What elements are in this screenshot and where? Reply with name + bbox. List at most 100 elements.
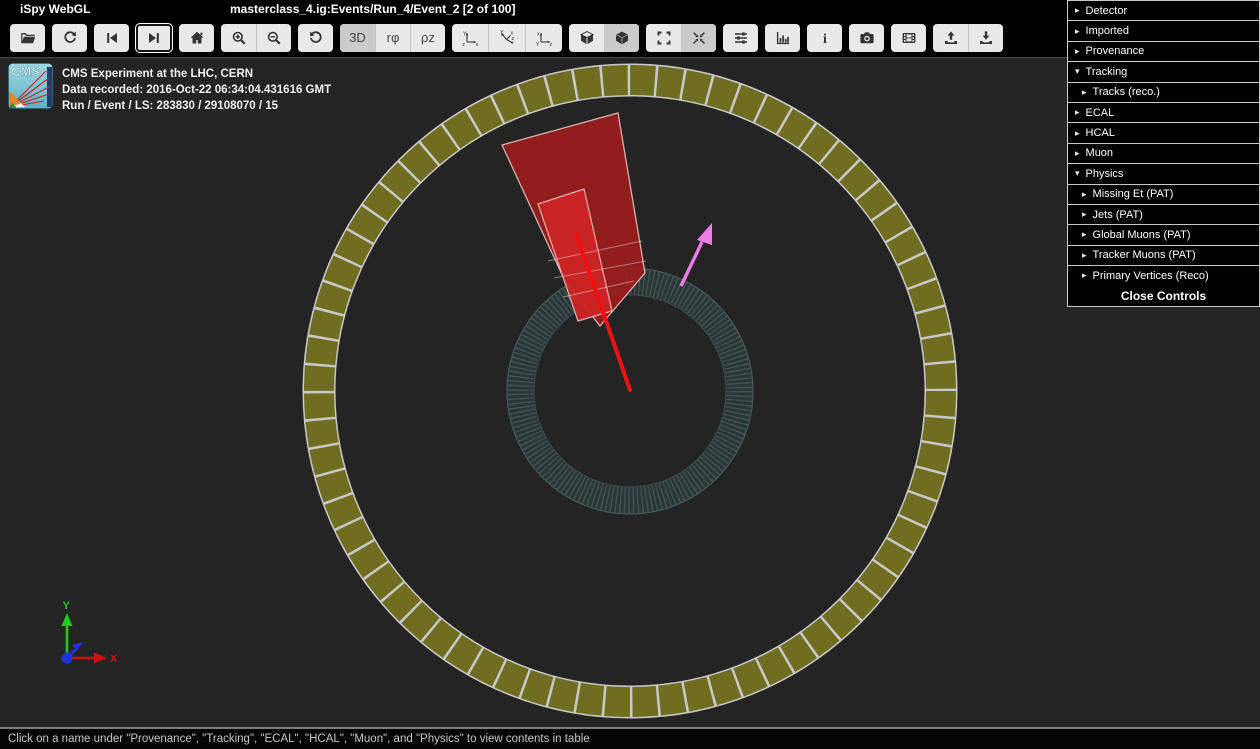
sidebar-item-physics[interactable]: ▾Physics [1067,163,1260,184]
toolbar: 3D rφ ρz Yxz Yxz xzY [0,17,1067,58]
expand-arrow-icon: ▸ [1082,229,1087,240]
upload-button[interactable] [933,24,968,52]
reload-button[interactable] [52,24,87,52]
svg-text:Y: Y [500,30,504,36]
open-file-button[interactable] [10,24,45,52]
expand-arrow-icon: ▸ [1075,46,1080,57]
screenshot-button[interactable] [849,24,884,52]
sidebar-item-label: Imported [1086,25,1129,37]
histogram-icon [775,30,791,46]
cms-logo-text: CMS [11,64,40,79]
expand-arrow-icon: ▸ [1075,26,1080,37]
run-event-ls: Run / Event / LS: 283830 / 29108070 / 15 [62,98,331,114]
sidebar-item-tracker-muons[interactable]: ▸Tracker Muons (PAT) [1067,245,1260,266]
histogram-button[interactable] [765,24,800,52]
view-rhoz-label: ρz [421,30,435,45]
view-rphi-button[interactable]: rφ [375,24,410,52]
cube-style-group [569,24,639,52]
home-icon [189,30,205,46]
sidebar-item-missing-et[interactable]: ▸Missing Et (PAT) [1067,184,1260,205]
y-axis-label: Y [63,600,71,612]
zoom-out-button[interactable] [256,24,291,52]
svg-text:i: i [823,32,827,46]
zoom-button-group [221,24,291,52]
zoom-in-button[interactable] [221,24,256,52]
sidebar-item-label: Global Muons (PAT) [1093,229,1191,241]
sidebar-item-ecal[interactable]: ▸ ECAL [1067,102,1260,123]
sidebar-item-global-muons[interactable]: ▸ Global Muons (PAT) [1067,224,1260,245]
cms-logo: CMS [8,63,53,109]
transfer-group [933,24,1003,52]
cube-solid-icon [614,30,630,46]
info-button[interactable]: i [807,24,842,52]
svg-text:z: z [512,36,515,42]
previous-event-button[interactable] [94,24,129,52]
view-3d-label: 3D [349,30,366,45]
expand-arrow-icon: ▸ [1082,270,1087,281]
undo-rotate-button[interactable] [298,24,333,52]
axes-perspective-view-icon: Yxz [497,30,517,46]
sliders-icon [733,30,749,46]
event-info-overlay: CMS CMS Experiment at the LHC, CERN Data… [8,63,331,114]
download-icon [978,30,994,46]
view-rhoz-button[interactable]: ρz [410,24,445,52]
sidebar-item-jets[interactable]: ▸Jets (PAT) [1067,204,1260,225]
sidebar-item-label: Primary Vertices (Reco) [1093,270,1209,282]
sidebar-item-label: ECAL [1086,107,1115,119]
fullscreen-group [646,24,716,52]
sidebar-item-tracking[interactable]: ▾Tracking [1067,61,1260,82]
x-axis-label: X [110,653,118,665]
sidebar-item-imported[interactable]: ▸ Imported [1067,20,1260,41]
status-bar: Click on a name under "Provenance", "Tra… [0,727,1260,749]
exit-fullscreen-button[interactable] [681,24,716,52]
sidebar-item-label: Tracks (reco.) [1093,86,1160,98]
experiment-title: CMS Experiment at the LHC, CERN [62,66,331,82]
previous-icon [104,30,120,46]
sidebar-item-provenance[interactable]: ▸Provenance [1067,41,1260,62]
expand-arrow-icon: ▸ [1082,250,1087,261]
svg-text:z: z [462,41,465,45]
controls-sidebar: ▸Detector ▸ Imported ▸Provenance ▾Trackin… [1067,0,1260,307]
cube-wireframe-icon [579,30,595,46]
app-title: iSpy WebGL [20,2,90,16]
axes-yx-view-button[interactable]: Yxz [452,24,488,52]
sidebar-item-label: Missing Et (PAT) [1093,188,1174,200]
view-mode-group: 3D rφ ρz [340,24,445,52]
reload-icon [62,30,78,46]
sidebar-item-label: Tracking [1086,66,1128,78]
upload-icon [943,30,959,46]
undo-rotate-icon [308,30,324,46]
next-event-button[interactable] [136,24,172,52]
data-recorded: Data recorded: 2016-Oct-22 06:34:04.4316… [62,82,331,98]
sidebar-item-label: Muon [1086,147,1114,159]
display-settings-button[interactable] [723,24,758,52]
sidebar-item-hcal[interactable]: ▸HCAL [1067,122,1260,143]
camera-icon [859,30,875,46]
sidebar-item-primary-vertices[interactable]: ▸ Primary Vertices (Reco) [1067,265,1260,286]
sidebar-item-label: Physics [1086,168,1124,180]
close-controls-button[interactable]: Close Controls [1067,285,1260,306]
wireframe-cube-button[interactable] [569,24,604,52]
status-message: Click on a name under "Provenance", "Tra… [8,733,590,745]
fullscreen-button[interactable] [646,24,681,52]
axes-perspective-view-button[interactable]: Yxz [488,24,525,52]
view-3d-button[interactable]: 3D [340,24,375,52]
sidebar-item-muon[interactable]: ▸Muon [1067,143,1260,164]
home-button[interactable] [179,24,214,52]
next-icon [146,30,162,46]
svg-text:Y: Y [536,41,540,45]
expand-arrow-icon: ▸ [1082,87,1087,98]
animation-button[interactable] [891,24,926,52]
zoom-in-icon [231,30,247,46]
axes-yx-view-icon: Yxz [460,30,480,46]
expand-arrow-icon: ▸ [1075,107,1080,118]
exit-fullscreen-icon [691,30,707,46]
download-button[interactable] [968,24,1003,52]
axes-xz-view-button[interactable]: xzY [525,24,562,52]
sidebar-item-detector[interactable]: ▸Detector [1067,0,1260,21]
solid-cube-button[interactable] [604,24,639,52]
svg-text:x: x [537,31,540,37]
sidebar-item-tracks-reco[interactable]: ▸ Tracks (reco.) [1067,82,1260,103]
svg-text:x: x [476,41,479,45]
expand-arrow-icon: ▸ [1075,5,1080,16]
